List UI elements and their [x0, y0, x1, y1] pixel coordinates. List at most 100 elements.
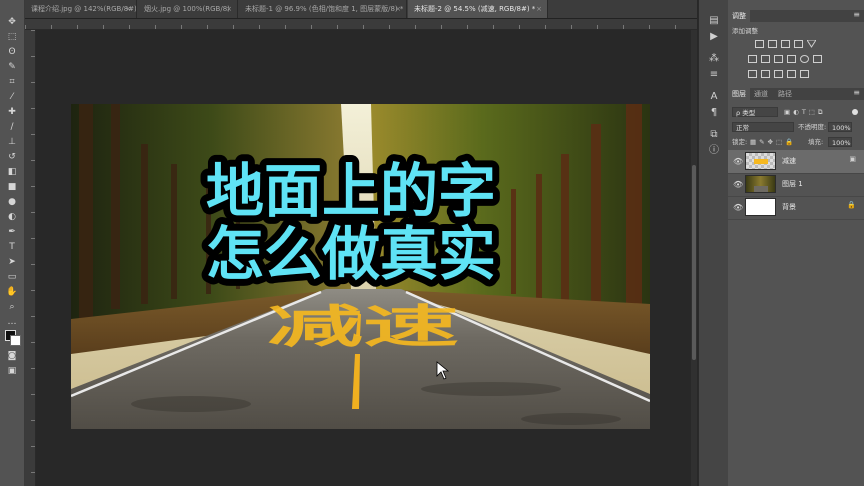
adjustments-panel-header: 调整 ≡: [728, 10, 864, 22]
glyphs-panel-icon[interactable]: ⧉: [707, 128, 721, 142]
channel-mixer-icon[interactable]: [800, 55, 809, 63]
headline-line-1-fill: 地面上的字: [206, 157, 496, 225]
marquee-tool-icon[interactable]: ⬚: [6, 31, 18, 43]
vertical-ruler: [25, 30, 36, 486]
close-icon[interactable]: ×: [536, 0, 542, 18]
gradient-tool-icon[interactable]: ■: [6, 181, 18, 193]
filter-icons[interactable]: ▣◐T⬚⧉: [784, 107, 826, 117]
tab-course-intro[interactable]: 课程介绍.jpg @ 142%(RGB/8#) ×: [25, 0, 137, 18]
healing-brush-icon[interactable]: ✚: [6, 106, 18, 118]
lock-icons[interactable]: ▦✎✥⬚🔒: [750, 137, 796, 147]
brush-tool-icon[interactable]: ∕: [6, 121, 18, 133]
curves-icon[interactable]: [781, 40, 790, 48]
dodge-tool-icon[interactable]: ◐: [6, 211, 18, 223]
fill-field[interactable]: 100%: [828, 137, 852, 147]
tab-label: 未标题-2 @ 54.5% (减速, RGB/8#) *: [414, 5, 536, 13]
layer-row-background[interactable]: 👁 背景 🔒: [728, 196, 864, 220]
panel-menu-icon[interactable]: ≡: [853, 10, 860, 19]
tab-untitled-2[interactable]: 未标题-2 @ 54.5% (减速, RGB/8#) * ×: [408, 0, 548, 18]
tab-layers[interactable]: 图层: [728, 88, 750, 100]
actions-panel-icon[interactable]: ▶: [707, 30, 721, 44]
gradient-map-icon[interactable]: [787, 70, 796, 78]
invert-icon[interactable]: [748, 70, 757, 78]
collapsed-panel-strip: ▤ ▶ ⁂ ≡ A ¶ ⧉ ⓘ: [698, 0, 730, 486]
document-canvas[interactable]: 减速 地面上的字 地面上的字 怎么做真实 怎么做真实: [71, 104, 650, 429]
hue-saturation-icon[interactable]: [748, 55, 757, 63]
brightness-contrast-icon[interactable]: [755, 40, 764, 48]
layer-name[interactable]: 减速: [782, 156, 796, 166]
info-panel-icon[interactable]: ⓘ: [707, 144, 721, 158]
lasso-tool-icon[interactable]: ʘ: [6, 46, 18, 58]
quick-select-tool-icon[interactable]: ✎: [6, 61, 18, 73]
brushes-panel-icon[interactable]: ⁂: [707, 52, 721, 66]
opacity-field[interactable]: 100%: [828, 122, 852, 132]
properties-panel-icon[interactable]: ≡: [707, 68, 721, 82]
tab-fireworks[interactable]: 烟火.jpg @ 100%(RGB/8) ×: [138, 0, 238, 18]
crop-tool-icon[interactable]: ⌗: [6, 76, 18, 88]
layer-row-jiansu[interactable]: 👁 减速 ▣: [728, 150, 864, 174]
color-lookup-icon[interactable]: [813, 55, 822, 63]
clone-stamp-icon[interactable]: ⊥: [6, 136, 18, 148]
close-icon[interactable]: ×: [125, 0, 131, 18]
paragraph-panel-icon[interactable]: ¶: [707, 106, 721, 120]
background-color-swatch[interactable]: [10, 335, 21, 346]
layer-name[interactable]: 背景: [782, 202, 796, 212]
tab-channels[interactable]: 通道: [750, 88, 772, 100]
color-balance-icon[interactable]: [761, 55, 770, 63]
black-white-icon[interactable]: [774, 55, 783, 63]
exposure-icon[interactable]: [794, 40, 803, 48]
filter-toggle-icon[interactable]: [852, 109, 858, 115]
headline-line-2-fill: 怎么做真实: [206, 220, 496, 288]
scrollbar-thumb[interactable]: [692, 165, 696, 360]
visibility-eye-icon[interactable]: 👁: [733, 203, 743, 212]
layer-row-layer1[interactable]: 👁 图层 1: [728, 173, 864, 197]
history-panel-icon[interactable]: ▤: [707, 14, 721, 28]
visibility-eye-icon[interactable]: 👁: [733, 157, 743, 166]
tab-adjustments[interactable]: 调整: [728, 10, 750, 22]
lock-icon: 🔒: [847, 201, 856, 209]
path-select-icon[interactable]: ➤: [6, 256, 18, 268]
layer-thumbnail: [745, 152, 776, 170]
eyedropper-tool-icon[interactable]: ⁄: [6, 91, 18, 103]
type-tool-icon[interactable]: T: [6, 241, 18, 253]
lock-label: 锁定:: [732, 138, 748, 146]
blur-tool-icon[interactable]: ●: [6, 196, 18, 208]
eraser-tool-icon[interactable]: ◧: [6, 166, 18, 178]
tab-untitled-1[interactable]: 未标题-1 @ 96.9% (色相/饱和度 1, 图层蒙版/8) * ×: [239, 0, 407, 18]
blend-mode-select[interactable]: 正常: [732, 122, 794, 132]
levels-icon[interactable]: [768, 40, 777, 48]
character-panel-icon[interactable]: A: [707, 90, 721, 104]
rectangle-tool-icon[interactable]: ▭: [6, 271, 18, 283]
layer-name[interactable]: 图层 1: [782, 179, 803, 189]
photo-filter-icon[interactable]: [787, 55, 796, 63]
layer-thumbnail: [745, 175, 776, 193]
history-brush-icon[interactable]: ↺: [6, 151, 18, 163]
horizontal-ruler: [25, 19, 697, 30]
move-tool-icon[interactable]: ✥: [6, 16, 18, 28]
right-panels: 调整 ≡ 添加调整 图层 通道 路径 ≡ ρ 类型 ▣◐T⬚⧉ 正常 不透明度:…: [728, 0, 864, 486]
vibrance-icon[interactable]: [806, 39, 817, 48]
more-tools-icon[interactable]: …: [6, 316, 18, 328]
panel-menu-icon[interactable]: ≡: [853, 88, 860, 97]
screen-mode-icon[interactable]: ▣: [6, 365, 18, 377]
quick-mask-icon[interactable]: ◙: [6, 350, 18, 362]
road-painted-text: 减速: [267, 300, 459, 353]
add-adjustment-label: 添加调整: [732, 27, 758, 35]
tab-paths[interactable]: 路径: [774, 88, 796, 100]
layer-filter-select[interactable]: ρ 类型: [732, 107, 778, 117]
selective-color-icon[interactable]: [800, 70, 809, 78]
zoom-tool-icon[interactable]: ⌕: [6, 301, 18, 313]
tab-label: 烟火.jpg @ 100%(RGB/8): [144, 5, 230, 13]
threshold-icon[interactable]: [774, 70, 783, 78]
hand-tool-icon[interactable]: ✋: [6, 286, 18, 298]
posterize-icon[interactable]: [761, 70, 770, 78]
opacity-label: 不透明度:: [798, 123, 827, 131]
tab-label: 未标题-1 @ 96.9% (色相/饱和度 1, 图层蒙版/8) *: [245, 5, 404, 13]
layer-thumbnail: [745, 198, 776, 216]
layers-panel-header: 图层 通道 路径 ≡: [728, 88, 864, 100]
fill-label: 填充:: [808, 138, 824, 146]
close-icon[interactable]: ×: [395, 0, 401, 18]
visibility-eye-icon[interactable]: 👁: [733, 180, 743, 189]
close-icon[interactable]: ×: [226, 0, 232, 18]
pen-tool-icon[interactable]: ✒: [6, 226, 18, 238]
